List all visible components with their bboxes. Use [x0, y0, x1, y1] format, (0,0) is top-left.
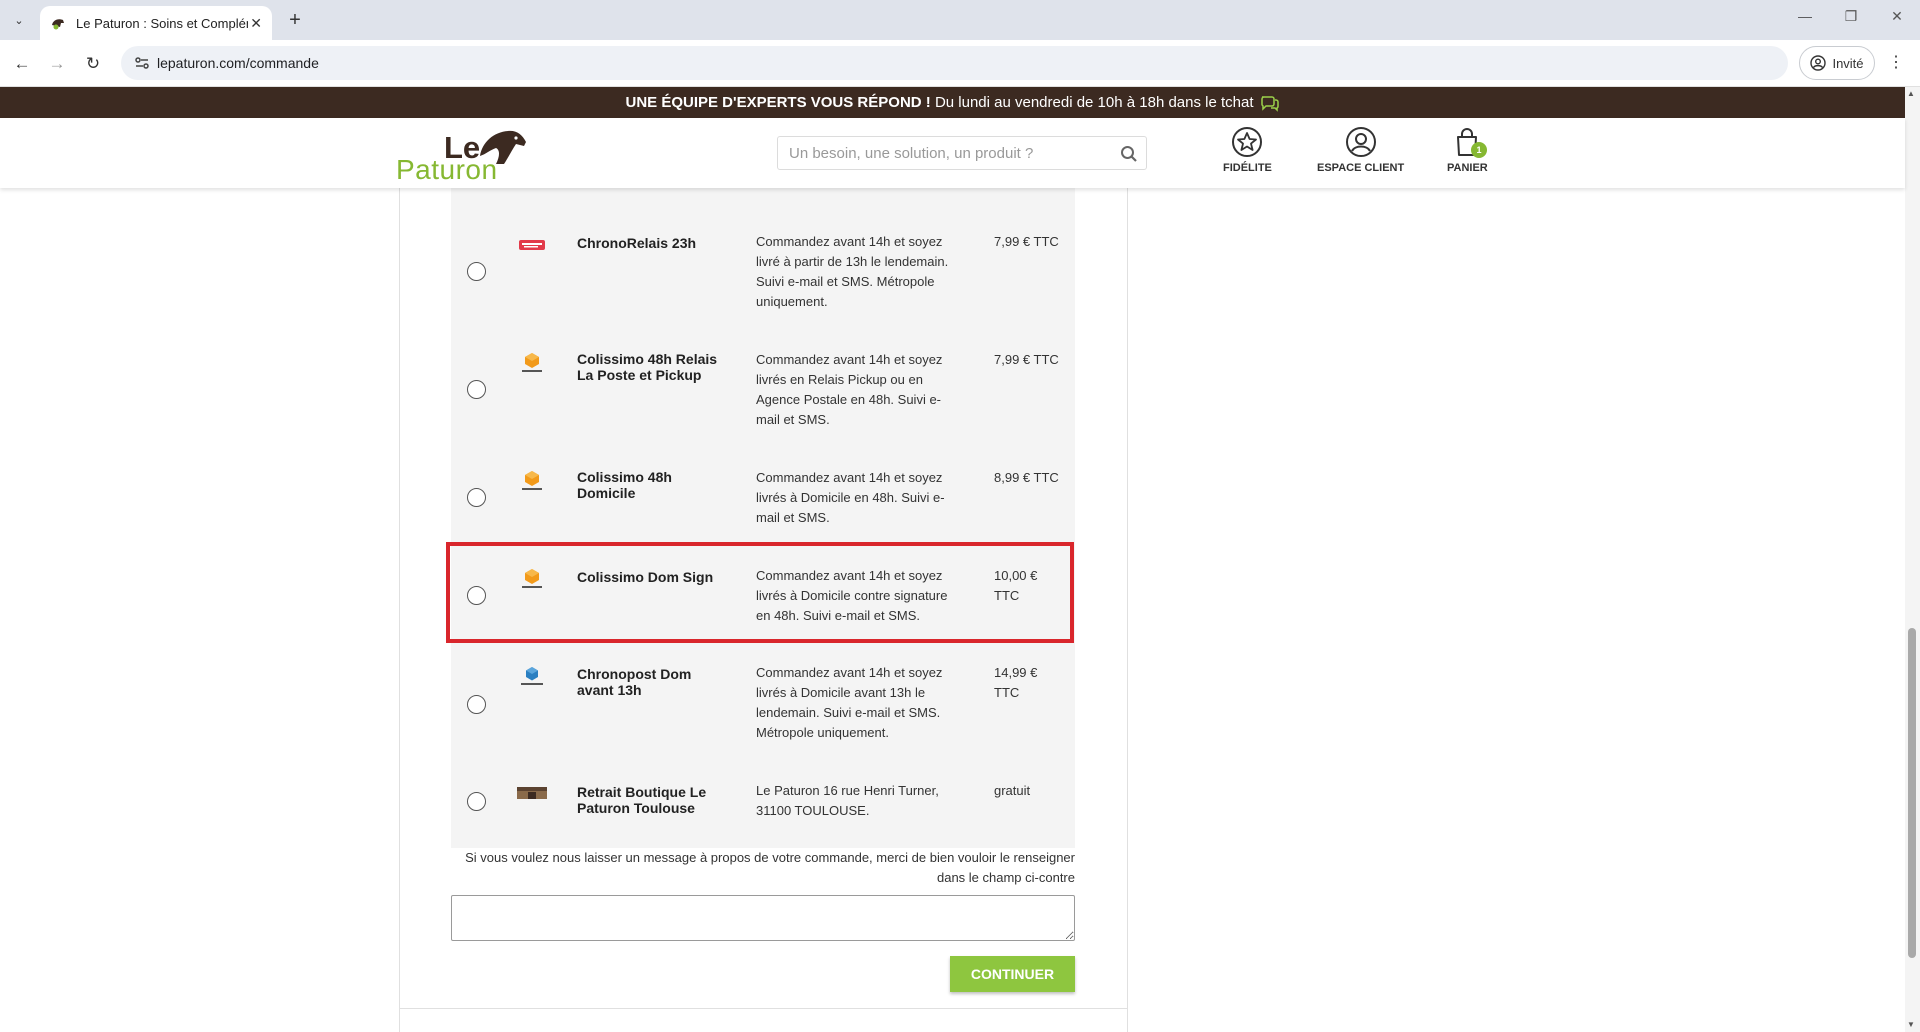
chronorelais-logo-icon [519, 240, 545, 250]
promo-banner: UNE ÉQUIPE D'EXPERTS VOUS RÉPOND ! Du lu… [0, 87, 1905, 118]
new-tab-icon[interactable]: + [282, 8, 308, 32]
back-arrow-icon[interactable]: ← [9, 51, 35, 77]
carrier-option-colissimo-relais[interactable]: Colissimo 48h Relais La Poste et Pickup … [451, 306, 1075, 427]
tab-close-icon[interactable]: ✕ [250, 15, 262, 32]
url-text: lepaturon.com/commande [157, 55, 319, 71]
close-window-icon[interactable]: ✕ [1882, 8, 1912, 25]
carrier-radio[interactable] [467, 380, 486, 399]
carrier-price: gratuit [994, 783, 1031, 798]
browser-tab[interactable]: Le Paturon : Soins et Compléments ✕ [40, 6, 272, 40]
forward-arrow-icon[interactable]: → [44, 51, 70, 77]
carrier-price: 14,99 € TTC [994, 665, 1038, 700]
order-message-textarea[interactable] [451, 895, 1075, 941]
carrier-price: 7,99 € TTC [994, 352, 1059, 367]
reload-icon[interactable]: ↻ [80, 51, 106, 77]
browser-toolbar: ← → ↻ lepaturon.com/commande Invité ⋮ [0, 40, 1920, 87]
scrollbar-thumb[interactable] [1908, 628, 1916, 958]
carrier-option-colissimo-dom-sign[interactable]: Colissimo Dom Sign Commandez avant 14h e… [451, 542, 1075, 643]
carrier-description: Commandez avant 14h et soyez livrés à Do… [756, 568, 948, 623]
carrier-description: Commandez avant 14h et soyez livrés à Do… [756, 470, 945, 525]
carrier-option-colissimo-domicile[interactable]: Colissimo 48h Domicile Commandez avant 1… [451, 424, 1075, 542]
carrier-option-chronorelais[interactable]: ChronoRelais 23h Commandez avant 14h et … [451, 188, 1075, 309]
chat-icon[interactable] [1260, 94, 1280, 112]
colissimo-logo-icon [522, 353, 542, 372]
banner-bold: UNE ÉQUIPE D'EXPERTS VOUS RÉPOND ! [625, 94, 931, 111]
tab-search-icon[interactable]: ⌄ [6, 8, 32, 32]
continue-button[interactable]: CONTINUER [950, 956, 1075, 992]
carrier-price: 7,99 € TTC [994, 234, 1059, 249]
carrier-radio[interactable] [467, 488, 486, 507]
colissimo-logo-icon [522, 569, 542, 588]
site-logo[interactable]: Le Paturon [396, 128, 528, 185]
espace-client-label: ESPACE CLIENT [1317, 162, 1405, 174]
chronopost-logo-icon [521, 667, 543, 685]
carrier-option-retrait-boutique[interactable]: Retrait Boutique Le Paturon Toulouse Le … [451, 761, 1075, 848]
carrier-price: 10,00 € TTC [994, 568, 1038, 603]
profile-icon [1810, 55, 1827, 71]
colissimo-logo-icon [522, 471, 542, 490]
order-message-prompt: Si vous voulez nous laisser un message à… [465, 850, 1075, 885]
scroll-up-arrow-icon[interactable]: ▲ [1907, 89, 1915, 98]
carrier-description: Commandez avant 14h et soyez livré à par… [756, 234, 949, 309]
fidelite-link[interactable]: FIDÉLITE [1223, 126, 1272, 174]
minimize-icon[interactable]: — [1790, 8, 1820, 24]
boutique-storefront-icon [517, 787, 547, 799]
scroll-down-arrow-icon[interactable]: ▼ [1907, 1020, 1915, 1029]
panier-label: PANIER [1447, 162, 1488, 174]
carrier-name: ChronoRelais 23h [577, 235, 697, 251]
carrier-radio[interactable] [467, 695, 486, 714]
carrier-name: Chronopost Dom avant 13h [577, 666, 692, 698]
panier-link[interactable]: 1 PANIER [1447, 126, 1488, 174]
cart-count-badge: 1 [1471, 142, 1487, 158]
browser-menu-icon[interactable]: ⋮ [1888, 52, 1904, 72]
search-icon[interactable] [1120, 145, 1138, 163]
star-badge-icon [1232, 127, 1263, 157]
logo-text-paturon: Paturon [396, 154, 498, 185]
espace-client-link[interactable]: ESPACE CLIENT [1317, 126, 1404, 174]
search-input[interactable] [778, 137, 1108, 169]
carrier-description: Commandez avant 14h et soyez livrés en R… [756, 352, 943, 427]
carrier-price: 8,99 € TTC [994, 470, 1059, 485]
carrier-option-chronopost[interactable]: Chronopost Dom avant 13h Commandez avant… [451, 643, 1075, 761]
banner-text: UNE ÉQUIPE D'EXPERTS VOUS RÉPOND ! Du lu… [625, 94, 1253, 111]
carrier-name: Colissimo Dom Sign [577, 569, 714, 585]
browser-tab-bar: ⌄ Le Paturon : Soins et Compléments ✕ + … [0, 0, 1920, 40]
card-divider [399, 1008, 1128, 1009]
carrier-radio[interactable] [467, 586, 486, 605]
profile-label: Invité [1832, 55, 1864, 71]
carrier-description: Commandez avant 14h et soyez livrés à Do… [756, 665, 943, 740]
carrier-radio[interactable] [467, 262, 486, 281]
carrier-radio[interactable] [467, 792, 486, 811]
carrier-name: Colissimo 48h Domicile [577, 469, 672, 501]
tab-title: Le Paturon : Soins et Compléments [76, 15, 248, 31]
banner-normal: Du lundi au vendredi de 10h à 18h dans l… [930, 94, 1254, 111]
site-header: Le Paturon FIDÉLITE ESPACE CLIENT [0, 118, 1905, 188]
site-settings-icon[interactable] [133, 54, 151, 72]
carrier-description: Le Paturon 16 rue Henri Turner, 31100 TO… [756, 783, 939, 818]
address-bar[interactable]: lepaturon.com/commande [121, 46, 1788, 80]
restore-icon[interactable]: ❐ [1836, 8, 1866, 25]
paturon-favicon-icon [52, 19, 64, 30]
carrier-name: Colissimo 48h Relais La Poste et Pickup [577, 351, 718, 383]
profile-button[interactable]: Invité [1799, 46, 1875, 80]
carrier-name: Retrait Boutique Le Paturon Toulouse [577, 784, 707, 816]
site-search [777, 136, 1147, 170]
fidelite-label: FIDÉLITE [1223, 162, 1272, 174]
user-account-icon [1345, 127, 1376, 157]
